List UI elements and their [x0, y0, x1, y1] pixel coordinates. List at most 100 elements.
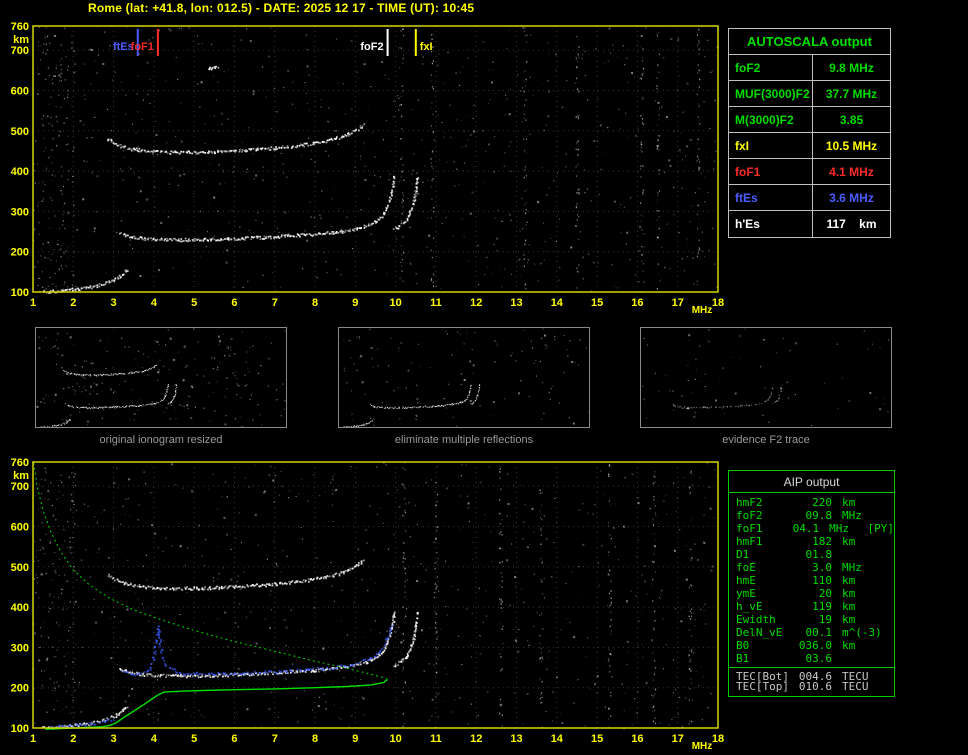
svg-text:km: km [13, 34, 29, 46]
aip-cell-name: hmF1 [736, 535, 763, 548]
thumb-f2-evidence [642, 328, 890, 427]
autoscala-scaled-trace [47, 625, 394, 730]
svg-text:500: 500 [11, 126, 29, 138]
svg-text:6: 6 [231, 297, 237, 309]
svg-text:17: 17 [672, 733, 684, 745]
aip-cell-unit: km [842, 613, 856, 626]
autoscala-table-title: AUTOSCALA output [729, 29, 890, 55]
aip-cell-name: hmF2 [736, 496, 763, 509]
svg-text:3: 3 [111, 733, 117, 745]
autoscala-row: ftEs 3.6 MHz [729, 185, 890, 211]
aip-cell-name: foF1 [736, 522, 763, 535]
autoscala-row: foF1 4.1 MHz [729, 159, 890, 185]
svg-text:2: 2 [70, 297, 76, 309]
bottom-ionogram-plot: 760700600500400300200100km1 2 3 4 5 6 7 8 9 10 11 1… [11, 457, 724, 752]
aip-row: TEC[Bot] 004.6 TECU [729, 667, 894, 683]
svg-text:11: 11 [430, 733, 442, 745]
aip-cell-name: foF2 [736, 509, 763, 522]
svg-text:1: 1 [30, 297, 36, 309]
autoscala-row: h'Es 117 km [729, 211, 890, 237]
aip-row: foF2 09.8 MHz [729, 509, 894, 522]
autoscala-row: fxI 10.5 MHz [729, 133, 890, 159]
svg-text:100: 100 [11, 723, 29, 735]
svg-text:100: 100 [11, 287, 29, 299]
svg-text:9: 9 [352, 297, 358, 309]
aip-cell-name: foE [736, 561, 756, 574]
echo-traces [42, 65, 420, 295]
autoscala-aip-display: { "header": { "title": "Rome (lat: +41.8… [0, 0, 968, 755]
aip-cell-val: 03.6 [805, 652, 833, 665]
aip-table-title: AIP output [729, 471, 894, 493]
parameter-label: M(3000)F2 [729, 107, 813, 132]
svg-text:16: 16 [631, 297, 643, 309]
svg-text:9: 9 [352, 733, 358, 745]
top-ionogram-plot: ftEsfoF1 foF2 fxI760700600500400300200100k… [11, 21, 724, 316]
top-ionogram-chart: ftEsfoF1 foF2 fxI760700600500400300200100k… [11, 21, 724, 316]
aip-cell-name: TEC[Bot] [736, 670, 789, 683]
svg-text:500: 500 [11, 562, 29, 574]
parameter-label: foF2 [729, 55, 813, 80]
aip-cell-extra [884, 587, 886, 600]
grid [32, 25, 719, 293]
aip-cell-val: 119 [812, 600, 832, 613]
thumbnail-caption: original ionogram resized [99, 434, 223, 446]
aip-row: TEC[Top] 010.6 TECU [729, 680, 894, 693]
svg-text:13: 13 [510, 297, 522, 309]
aip-cell-name: B0 [736, 639, 750, 652]
autoscala-output-table: AUTOSCALA output foF2 9.8 MHz MUF(3000)F2 3… [728, 28, 891, 238]
svg-text:12: 12 [470, 297, 482, 309]
aip-table-rows: hmF2 220 km foF2 09.8 MHz foF1 04.1 MHz [PY] hmF1 1… [729, 493, 894, 693]
marker-label-foF1: foF1 [131, 41, 154, 53]
aip-cell-extra [884, 535, 886, 548]
echo-traces [40, 364, 178, 427]
thumbnail-f2-trace [640, 327, 892, 428]
parameter-label: ftEs [729, 185, 813, 210]
aip-row: hmE 110 km [729, 574, 894, 587]
aip-cell-val: 036.0 [798, 639, 832, 652]
svg-text:10: 10 [390, 297, 402, 309]
autoscala-row: foF2 9.8 MHz [729, 55, 890, 81]
bottom-ionogram-chart: 760700600500400300200100km1 2 3 4 5 6 7 8 9 10 11 1… [11, 457, 724, 752]
aip-cell-unit: km [842, 600, 856, 613]
parameter-value: 117 km [826, 217, 877, 231]
svg-text:14: 14 [551, 733, 564, 745]
aip-row: ymE 20 km [729, 587, 894, 600]
svg-text:7: 7 [272, 733, 278, 745]
aip-row: hmF1 182 km [729, 535, 894, 548]
aip-cell-unit: km [842, 496, 856, 509]
aip-row: h_vE 119 km [729, 600, 894, 613]
aip-cell-name: Ewidth [736, 613, 776, 626]
thumb-original [36, 328, 286, 427]
svg-text:300: 300 [11, 642, 29, 654]
autoscala-row: MUF(3000)F2 37.7 MHz [729, 81, 890, 107]
aip-cell-extra [884, 613, 886, 626]
aip-row: B0 036.0 km [729, 639, 894, 652]
aip-cell-val: 04.1 [792, 522, 820, 535]
svg-text:8: 8 [312, 297, 318, 309]
aip-output-table: AIP output hmF2 220 km foF2 09.8 MHz foF1 04.1 M… [728, 470, 895, 697]
aip-cell-extra [884, 626, 886, 639]
grid [32, 461, 719, 729]
svg-text:6: 6 [231, 733, 237, 745]
autoscala-table-rows: foF2 9.8 MHz MUF(3000)F2 37.7 MHz M(3000)F2 3… [729, 55, 890, 237]
aip-cell-extra [884, 548, 886, 561]
aip-cell-unit [832, 652, 884, 665]
svg-text:5: 5 [191, 733, 197, 745]
aip-row: foF1 04.1 MHz [PY] [729, 522, 894, 535]
aip-cell-val: 110 [812, 574, 832, 587]
svg-text:14: 14 [551, 297, 564, 309]
svg-text:15: 15 [591, 733, 603, 745]
noise-speckle [36, 328, 286, 427]
svg-text:km: km [13, 470, 29, 482]
aip-cell-val: 3.0 [812, 561, 832, 574]
aip-cell-name: B1 [736, 652, 750, 665]
aip-cell-extra [884, 574, 886, 587]
svg-text:MHz: MHz [692, 741, 713, 752]
svg-text:18: 18 [712, 297, 724, 309]
aip-row: B1 03.6 [729, 652, 894, 665]
aip-cell-name: DelN_vE [736, 626, 783, 639]
svg-text:1: 1 [30, 733, 36, 745]
aip-cell-val: 004.6 [798, 670, 832, 683]
svg-text:18: 18 [712, 733, 724, 745]
svg-text:700: 700 [11, 481, 29, 493]
